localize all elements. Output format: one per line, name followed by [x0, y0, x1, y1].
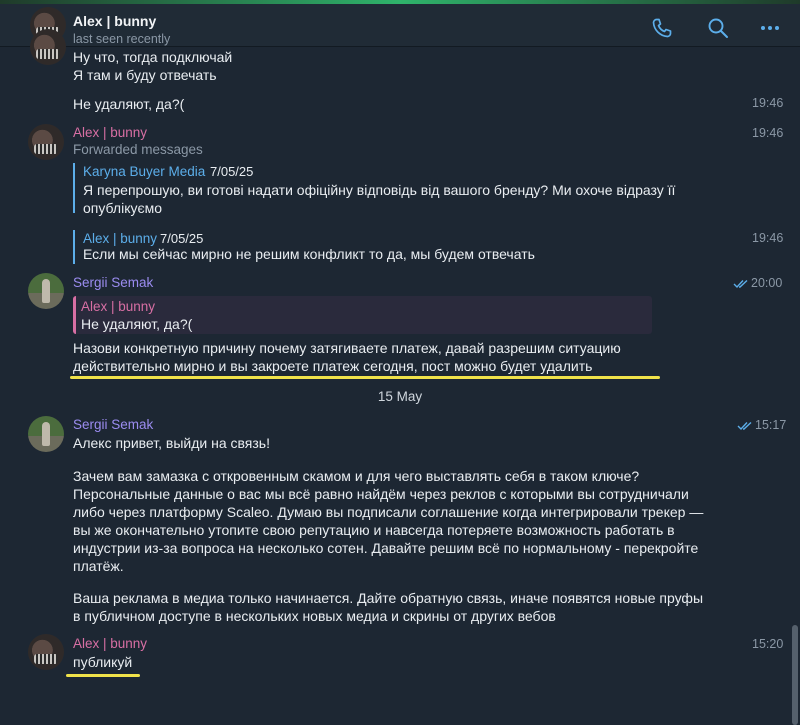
forward-bar — [73, 230, 75, 264]
avatar[interactable] — [28, 416, 64, 452]
reply-author: Alex | bunny — [81, 299, 156, 314]
message-text: Персональные данные о вас мы всё равно н… — [73, 486, 689, 502]
message-text: индустрии из-за вопроса на несколько сот… — [73, 540, 699, 556]
chat-title[interactable]: Alex | bunny — [73, 13, 156, 29]
chat-header[interactable]: Alex | bunny last seen recently — [0, 4, 800, 47]
forward-author[interactable]: Alex | bunny — [83, 231, 157, 246]
message-text: Алекс привет, выйди на связь! — [73, 435, 270, 451]
message-text: Зачем вам замазка с откровенным скамом и… — [73, 468, 640, 484]
message-time: 15:17 — [755, 418, 787, 432]
message-time: 19:46 — [752, 126, 784, 140]
highlight-underline — [70, 376, 660, 379]
avatar[interactable] — [28, 634, 64, 670]
message-text: платёж. — [73, 558, 124, 574]
message-text: вы же окончательно утопите свою репутаци… — [73, 522, 675, 538]
message-time: 15:20 — [752, 637, 784, 651]
sender-name[interactable]: Alex | bunny — [73, 125, 147, 140]
message-text: Я там и буду отвечать — [73, 67, 217, 83]
forward-date: 7/05/25 — [210, 164, 254, 179]
avatar[interactable] — [28, 124, 64, 160]
message-list[interactable]: Ну что, тогда подключай Я там и буду отв… — [0, 29, 800, 725]
message-text: Ну что, тогда подключай — [73, 49, 233, 65]
sender-name[interactable]: Sergii Semak — [73, 275, 153, 290]
forwarded-label: Forwarded messages — [73, 142, 203, 157]
message-text: действительно мирно и вы закроете платеж… — [73, 358, 593, 374]
reply-text: Не удаляют, да?( — [81, 316, 193, 332]
avatar[interactable] — [28, 273, 64, 309]
scrollbar[interactable] — [792, 625, 798, 725]
sender-name[interactable]: Alex | bunny — [73, 636, 147, 651]
sender-name[interactable]: Sergii Semak — [73, 417, 153, 432]
chat-status: last seen recently — [73, 32, 171, 46]
message-text: Я перепрошую, ви готові надати офіційну … — [83, 182, 676, 198]
message-time: 20:00 — [751, 276, 783, 290]
message-text: публикуй — [73, 654, 133, 670]
search-icon[interactable] — [706, 16, 730, 40]
message-time: 19:46 — [752, 231, 784, 245]
forward-bar — [73, 163, 75, 213]
message-text: опублікуємо — [83, 200, 163, 216]
forward-date: 7/05/25 — [160, 231, 204, 246]
message-text: Не удаляют, да?( — [73, 96, 185, 112]
date-separator: 15 May — [377, 389, 423, 404]
message-time: 19:46 — [752, 96, 784, 110]
message-text: Если мы сейчас мирно не решим конфликт т… — [83, 246, 535, 262]
message-text: либо через платформу Scaleo. Думаю вы по… — [73, 504, 704, 520]
double-check-icon — [737, 421, 752, 431]
highlight-underline — [66, 674, 140, 677]
avatar[interactable] — [30, 29, 66, 65]
message-text: в публичном доступе в нескольких новых м… — [73, 608, 556, 624]
message-text: Назови конкретную причину почему затягив… — [73, 340, 621, 356]
reply-quote[interactable]: Alex | bunny Не удаляют, да?( — [73, 296, 652, 334]
phone-icon[interactable] — [650, 16, 674, 40]
double-check-icon — [733, 279, 748, 289]
message-text: Ваша реклама в медиа только начинается. … — [73, 590, 704, 606]
more-icon[interactable] — [758, 16, 782, 40]
forward-author[interactable]: Karyna Buyer Media — [83, 164, 205, 179]
